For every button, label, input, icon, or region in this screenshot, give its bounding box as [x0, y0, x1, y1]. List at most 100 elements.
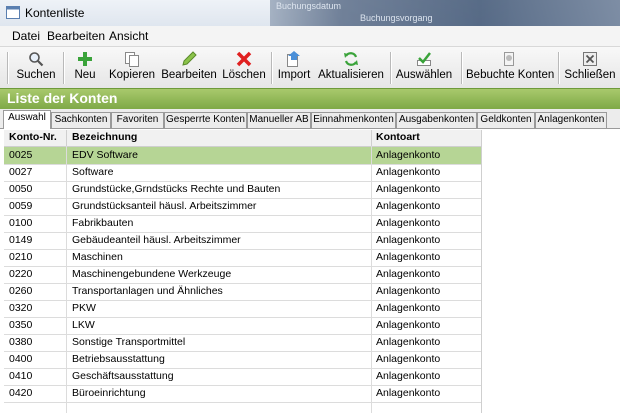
- background-window-text: Buchungsdatum: [276, 1, 342, 11]
- table-row[interactable]: 0027 Software Anlagenkonto: [4, 164, 481, 182]
- window-title: Kontenliste: [25, 6, 85, 20]
- menu-bearbeiten[interactable]: Bearbeiten: [47, 29, 105, 43]
- import-button[interactable]: Import: [275, 49, 313, 86]
- refresh-button[interactable]: Aktualisieren: [316, 49, 386, 86]
- new-button[interactable]: Neu: [68, 49, 102, 86]
- cell-konto-nr: 0400: [9, 353, 33, 365]
- cell-kontoart: Anlagenkonto: [376, 183, 441, 195]
- cell-kontoart: Anlagenkonto: [376, 370, 441, 382]
- table-row[interactable]: 0100 Fabrikbauten Anlagenkonto: [4, 215, 481, 233]
- table-row[interactable]: 0059 Grundstücksanteil häusl. Arbeitszimm…: [4, 198, 481, 216]
- table-row[interactable]: 0320 PKW Anlagenkonto: [4, 300, 481, 318]
- tab-sachkonten[interactable]: Sachkonten: [51, 112, 111, 128]
- cell-konto-nr: 0380: [9, 336, 33, 348]
- close-icon: [583, 52, 597, 66]
- close-button[interactable]: Schließen: [564, 49, 616, 86]
- cell-konto-nr: 0350: [9, 319, 33, 331]
- column-header-bezeichnung[interactable]: Bezeichnung: [72, 131, 137, 143]
- cell-kontoart: Anlagenkonto: [376, 285, 441, 297]
- background-window: Buchungsdatum Buchungsvorgang: [270, 0, 620, 26]
- table-row[interactable]: 0420 Büroeinrichtung Anlagenkonto: [4, 385, 481, 403]
- cell-kontoart: Anlagenkonto: [376, 234, 441, 246]
- title-bar: Kontenliste Buchungsdatum Buchungsvorgan…: [0, 0, 620, 27]
- table-row[interactable]: 0380 Sonstige Transportmittel Anlagenkonto: [4, 334, 481, 352]
- delete-button-label: Löschen: [222, 69, 266, 81]
- column-header-kontoart[interactable]: Kontoart: [376, 131, 420, 143]
- cell-kontoart: Anlagenkonto: [376, 251, 441, 263]
- table-row[interactable]: 0350 LKW Anlagenkonto: [4, 317, 481, 335]
- tab-einnahmenkonten[interactable]: Einnahmenkonten: [311, 112, 396, 128]
- toolbar-separator: [63, 52, 65, 84]
- cell-bezeichnung: Sonstige Transportmittel: [72, 336, 186, 348]
- tab-ausgabenkonten[interactable]: Ausgabenkonten: [396, 112, 477, 128]
- table-row[interactable]: 0260 Transportanlagen und Ähnliches Anlage…: [4, 283, 481, 301]
- close-button-label: Schließen: [564, 69, 616, 81]
- cell-bezeichnung: Gebäudeanteil häusl. Arbeitszimmer: [72, 234, 241, 246]
- cell-bezeichnung: LKW: [72, 319, 95, 331]
- import-icon: [287, 51, 300, 67]
- cell-bezeichnung: Betriebsausstattung: [72, 353, 165, 365]
- table-row[interactable]: 0149 Gebäudeanteil häusl. Arbeitszimmer An…: [4, 232, 481, 250]
- refresh-icon: [344, 52, 358, 66]
- accounts-table: Konto-Nr. Bezeichnung Kontoart 0025 EDV S…: [4, 130, 481, 413]
- edit-button-label: Bearbeiten: [161, 69, 217, 81]
- table-row[interactable]: 0050 Grundstücke,Grndstücks Rechte und Ba…: [4, 181, 481, 199]
- copy-button[interactable]: Kopieren: [106, 49, 158, 86]
- tab-manueller-ab[interactable]: Manueller AB: [247, 112, 311, 128]
- select-button[interactable]: Auswählen: [395, 49, 453, 86]
- tab-gesperrte-konten[interactable]: Gesperrte Konten: [164, 112, 247, 128]
- search-button[interactable]: Suchen: [12, 49, 60, 86]
- refresh-button-label: Aktualisieren: [318, 69, 384, 81]
- toolbar-separator: [271, 52, 273, 84]
- cell-kontoart: Anlagenkonto: [376, 166, 441, 178]
- delete-button[interactable]: Löschen: [221, 49, 267, 86]
- menu-ansicht[interactable]: Ansicht: [109, 29, 148, 43]
- table-row[interactable]: 0220 Maschinengebundene Werkzeuge Anlagenk…: [4, 266, 481, 284]
- copy-button-label: Kopieren: [108, 69, 156, 81]
- tab-auswahl[interactable]: Auswahl: [3, 110, 51, 129]
- column-divider: [66, 130, 67, 146]
- window-icon: [6, 6, 20, 19]
- checkmark-icon: [417, 52, 431, 66]
- import-button-label: Import: [277, 69, 311, 81]
- cell-bezeichnung: Grundstücke,Grndstücks Rechte und Bauten: [72, 183, 281, 195]
- menu-bar: Datei Bearbeiten Ansicht: [0, 26, 620, 47]
- menu-datei[interactable]: Datei: [12, 29, 40, 43]
- empty-pane: [481, 130, 620, 413]
- toolbar-separator: [7, 52, 9, 84]
- select-button-label: Auswählen: [395, 69, 453, 81]
- edit-button[interactable]: Bearbeiten: [160, 49, 218, 86]
- cell-bezeichnung: PKW: [72, 302, 96, 314]
- cell-kontoart: Anlagenkonto: [376, 302, 441, 314]
- cell-bezeichnung: Software: [72, 166, 114, 178]
- search-button-label: Suchen: [16, 69, 56, 81]
- tab-favoriten[interactable]: Favoriten: [111, 112, 164, 128]
- table-row[interactable]: 0400 Betriebsausstattung Anlagenkonto: [4, 351, 481, 369]
- toolbar: Suchen Neu Kopieren Bearbeiten Löschen I…: [0, 47, 620, 89]
- table-row[interactable]: 0410 Geschäftsausstattung Anlagenkonto: [4, 368, 481, 386]
- cell-bezeichnung: Geschäftsausstattung: [72, 370, 174, 382]
- toolbar-separator: [390, 52, 392, 84]
- column-header-konto-nr[interactable]: Konto-Nr.: [9, 131, 57, 143]
- new-button-label: Neu: [74, 69, 96, 81]
- tab-bar: Auswahl Sachkonten Favoriten Gesperrte K…: [0, 109, 620, 129]
- list-header: Liste der Konten: [0, 88, 620, 110]
- cell-kontoart: Anlagenkonto: [376, 268, 441, 280]
- cell-konto-nr: 0059: [9, 200, 33, 212]
- cell-bezeichnung: Maschinen: [72, 251, 123, 263]
- tab-geldkonten[interactable]: Geldkonten: [477, 112, 535, 128]
- table-row[interactable]: 0210 Maschinen Anlagenkonto: [4, 249, 481, 267]
- cell-kontoart: Anlagenkonto: [376, 387, 441, 399]
- cell-kontoart: Anlagenkonto: [376, 217, 441, 229]
- table-row[interactable]: 0025 EDV Software Anlagenkonto: [4, 147, 481, 165]
- cell-konto-nr: 0410: [9, 370, 33, 382]
- search-icon: [29, 52, 44, 67]
- toolbar-separator: [461, 52, 463, 84]
- cell-bezeichnung: Büroeinrichtung: [72, 387, 146, 399]
- cell-bezeichnung: EDV Software: [72, 149, 138, 161]
- cell-kontoart: Anlagenkonto: [376, 336, 441, 348]
- cell-konto-nr: 0210: [9, 251, 33, 263]
- booked-accounts-button[interactable]: Bebuchte Konten: [466, 49, 554, 86]
- cell-konto-nr: 0420: [9, 387, 33, 399]
- tab-anlagenkonten[interactable]: Anlagenkonten: [535, 112, 607, 128]
